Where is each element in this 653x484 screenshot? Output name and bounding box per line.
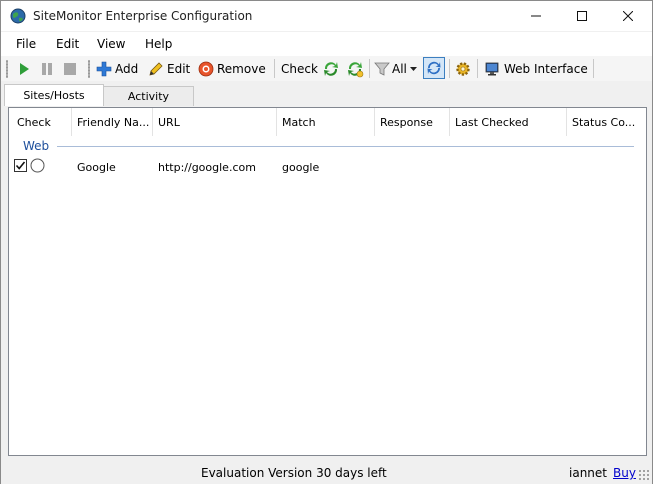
app-window: SiteMonitor Enterprise Configuration Fil… [0, 0, 653, 484]
toolbar-separator [477, 59, 478, 78]
edit-button[interactable]: Edit [148, 58, 190, 79]
remove-icon [198, 61, 214, 76]
toolbar-grip [88, 60, 90, 78]
menu-edit[interactable]: Edit [56, 37, 79, 51]
tab-label: Activity [127, 90, 170, 103]
play-icon [20, 62, 29, 75]
column-header-match[interactable]: Match [277, 108, 375, 136]
cell-friendly-name: Google [77, 161, 116, 174]
tab-activity[interactable]: Activity [103, 86, 194, 106]
toolbar-separator [593, 59, 594, 78]
column-header-status-code[interactable]: Status Co... [567, 108, 639, 136]
toolbar-grip[interactable] [6, 60, 8, 78]
remove-button[interactable]: Remove [198, 58, 266, 79]
stop-icon [64, 62, 76, 75]
column-header-response[interactable]: Response [375, 108, 450, 136]
tab-label: Sites/Hosts [23, 89, 85, 102]
status-evaluation: Evaluation Version 30 days left [201, 466, 387, 480]
pause-icon [42, 62, 52, 75]
plus-icon [96, 61, 112, 76]
buy-link[interactable]: Buy [613, 466, 636, 480]
stop-button[interactable] [62, 58, 78, 79]
row-checkbox[interactable] [14, 159, 27, 172]
column-header-url[interactable]: URL [153, 108, 277, 136]
column-header-check[interactable]: Check [12, 108, 72, 136]
pencil-icon [149, 61, 163, 76]
group-header-web[interactable]: Web [23, 139, 49, 153]
tab-sites-hosts[interactable]: Sites/Hosts [4, 84, 104, 106]
start-button[interactable] [16, 58, 32, 79]
maximize-icon [577, 11, 587, 21]
menu-view[interactable]: View [97, 37, 125, 51]
window-title: SiteMonitor Enterprise Configuration [33, 9, 253, 23]
funnel-icon [374, 62, 390, 76]
title-bar[interactable]: SiteMonitor Enterprise Configuration [1, 1, 652, 31]
refresh-all-icon [348, 61, 364, 77]
refresh-button[interactable] [322, 58, 340, 79]
check-button[interactable]: Check [281, 58, 318, 79]
globe-icon [10, 8, 26, 24]
toolbar-separator [274, 59, 275, 78]
cell-url: http://google.com [158, 161, 256, 174]
add-button[interactable]: Add [96, 58, 138, 79]
filter-label: All [392, 61, 407, 76]
group-divider [57, 146, 634, 147]
monitor-icon [485, 62, 499, 75]
menu-bar: File Edit View Help [1, 32, 652, 56]
resize-grip[interactable] [638, 469, 650, 481]
pause-button[interactable] [39, 58, 55, 79]
toolbar: Add Edit Remove Check All Web Interface [1, 56, 652, 81]
close-button[interactable] [605, 1, 651, 31]
auto-refresh-toggle[interactable] [423, 57, 445, 79]
gear-icon [456, 61, 470, 76]
check-label: Check [281, 61, 318, 76]
refresh-icon [324, 61, 338, 76]
web-interface-label: Web Interface [504, 61, 588, 76]
add-label: Add [115, 61, 139, 76]
toolbar-separator [449, 59, 450, 78]
column-header-last-checked[interactable]: Last Checked [450, 108, 567, 136]
web-interface-button[interactable]: Web Interface [484, 58, 588, 79]
filter-dropdown[interactable]: All [374, 58, 417, 79]
remove-label: Remove [217, 61, 266, 76]
close-icon [623, 11, 633, 21]
menu-help[interactable]: Help [145, 37, 172, 51]
settings-button[interactable] [455, 58, 471, 79]
refresh-all-button[interactable] [346, 58, 364, 79]
cell-match: google [282, 161, 320, 174]
column-header-friendly-name[interactable]: Friendly Na... [72, 108, 153, 136]
minimize-button[interactable] [513, 1, 559, 31]
maximize-button[interactable] [559, 1, 605, 31]
sync-icon [427, 61, 441, 75]
status-user: iannet [569, 466, 607, 480]
status-bar: Evaluation Version 30 days left iannet B… [1, 462, 652, 484]
menu-file[interactable]: File [16, 37, 36, 51]
status-circle-icon [30, 158, 45, 173]
sites-list[interactable]: Check Friendly Na... URL Match Response … [8, 107, 647, 456]
edit-label: Edit [167, 61, 191, 76]
toolbar-separator [369, 59, 370, 78]
minimize-icon [531, 15, 541, 17]
chevron-down-icon [409, 67, 417, 71]
